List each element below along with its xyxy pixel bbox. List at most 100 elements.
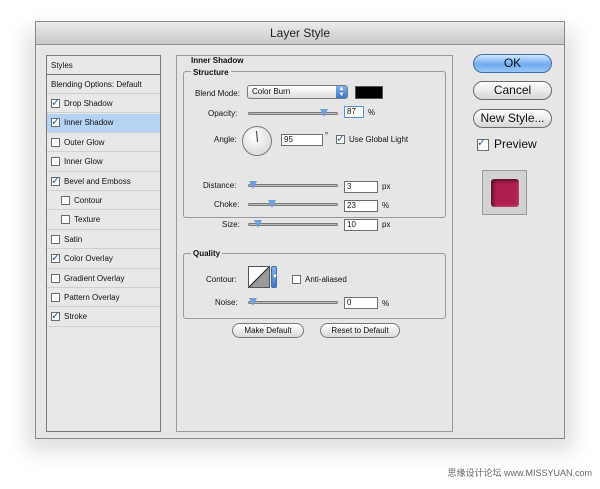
- styles-list: Styles Blending Options: Default Drop Sha…: [46, 55, 161, 432]
- style-item-label: Pattern Overlay: [64, 292, 120, 302]
- distance-slider[interactable]: [248, 181, 338, 189]
- new-style-button[interactable]: New Style...: [473, 109, 552, 128]
- styles-header-label: Styles: [51, 60, 73, 70]
- style-item-outer-glow[interactable]: Outer Glow: [47, 133, 160, 153]
- ok-button[interactable]: OK: [473, 54, 552, 73]
- preview-swatch: [491, 179, 519, 207]
- style-item-color-overlay[interactable]: Color Overlay: [47, 250, 160, 269]
- angle-dial[interactable]: [242, 126, 272, 156]
- style-item-checkbox[interactable]: [51, 137, 60, 147]
- style-item-bevel-and-emboss[interactable]: Bevel and Emboss: [47, 172, 160, 191]
- select-arrows-icon: ▲ ▼: [336, 86, 347, 98]
- structure-title: Structure: [191, 68, 231, 77]
- choke-slider[interactable]: [248, 200, 338, 208]
- style-item-label: Blending Options: Default: [51, 79, 142, 89]
- style-item-label: Color Overlay: [64, 254, 113, 264]
- style-item-checkbox[interactable]: [51, 251, 60, 264]
- slider-thumb-icon[interactable]: [253, 220, 262, 228]
- size-label: Size:: [222, 220, 240, 229]
- style-item-checkbox[interactable]: [61, 215, 70, 225]
- style-item-label: Satin: [64, 234, 83, 244]
- contour-picker[interactable]: [248, 266, 270, 288]
- contour-label: Contour:: [206, 275, 237, 284]
- noise-unit: %: [382, 299, 390, 308]
- distance-field[interactable]: 3: [344, 181, 378, 193]
- style-item-blending-options-default[interactable]: Blending Options: Default: [47, 75, 160, 94]
- preview-label: Preview: [494, 137, 537, 151]
- angle-field[interactable]: 95: [281, 134, 323, 146]
- noise-slider[interactable]: [248, 298, 338, 306]
- choke-label: Choke:: [214, 200, 240, 209]
- style-item-stroke[interactable]: Stroke: [47, 308, 160, 327]
- slider-thumb-icon[interactable]: [320, 109, 329, 117]
- style-item-label: Texture: [74, 215, 101, 225]
- style-item-pattern-overlay[interactable]: Pattern Overlay: [47, 288, 160, 308]
- angle-label: Angle:: [214, 135, 237, 144]
- contour-dropdown-arrow-icon[interactable]: ▼: [271, 266, 278, 288]
- style-item-inner-glow[interactable]: Inner Glow: [47, 153, 160, 172]
- quality-group: [183, 253, 446, 319]
- angle-unit: °: [325, 131, 329, 140]
- slider-thumb-icon[interactable]: [249, 181, 257, 189]
- style-item-inner-shadow[interactable]: Inner Shadow: [47, 113, 160, 133]
- style-item-checkbox[interactable]: [51, 96, 60, 109]
- anti-aliased-checkbox[interactable]: [292, 275, 301, 284]
- noise-label: Noise:: [215, 298, 238, 307]
- style-item-checkbox[interactable]: [51, 157, 60, 167]
- size-unit: px: [382, 220, 391, 229]
- anti-aliased-label: Anti-aliased: [305, 275, 347, 284]
- style-item-label: Inner Glow: [64, 157, 103, 167]
- slider-thumb-icon[interactable]: [267, 200, 276, 208]
- reset-to-default-button[interactable]: Reset to Default: [320, 323, 400, 338]
- choke-field[interactable]: 23: [344, 200, 378, 212]
- noise-field[interactable]: 0: [344, 297, 378, 309]
- style-item-checkbox[interactable]: [51, 273, 60, 283]
- distance-label: Distance:: [203, 181, 237, 190]
- style-item-checkbox[interactable]: [51, 115, 60, 128]
- opacity-label: Opacity:: [208, 109, 238, 118]
- layer-style-dialog: Layer Style Styles Blending Options: Def…: [35, 21, 565, 439]
- size-slider[interactable]: [248, 220, 338, 228]
- use-global-light-checkbox[interactable]: [336, 132, 345, 145]
- style-item-label: Stroke: [64, 312, 88, 322]
- preview-thumbnail: [482, 170, 527, 215]
- blend-mode-label: Blend Mode:: [195, 89, 240, 98]
- shadow-color-swatch[interactable]: [355, 86, 383, 99]
- style-item-checkbox[interactable]: [61, 195, 70, 205]
- quality-title: Quality: [191, 249, 223, 258]
- style-item-label: Inner Shadow: [64, 118, 114, 128]
- inner-shadow-panel: Inner Shadow Structure Blend Mode: Color…: [176, 55, 453, 432]
- style-item-satin[interactable]: Satin: [47, 230, 160, 250]
- angle-needle: [256, 130, 258, 143]
- style-item-label: Drop Shadow: [64, 98, 113, 108]
- style-item-texture[interactable]: Texture: [47, 211, 160, 230]
- style-item-label: Gradient Overlay: [64, 273, 125, 283]
- make-default-button[interactable]: Make Default: [232, 323, 304, 338]
- window-title: Layer Style: [36, 22, 564, 45]
- use-global-light-label: Use Global Light: [349, 135, 409, 144]
- distance-unit: px: [382, 182, 391, 191]
- style-item-label: Bevel and Emboss: [64, 176, 131, 186]
- slider-thumb-icon[interactable]: [249, 298, 257, 306]
- style-item-label: Outer Glow: [64, 137, 105, 147]
- panel-title: Inner Shadow: [189, 56, 246, 65]
- style-item-drop-shadow[interactable]: Drop Shadow: [47, 94, 160, 114]
- style-item-checkbox[interactable]: [51, 234, 60, 244]
- contour-linear-icon: [249, 267, 269, 287]
- choke-unit: %: [382, 201, 390, 210]
- style-item-label: Contour: [74, 195, 103, 205]
- watermark: 思缘设计论坛 www.MISSYUAN.com: [447, 468, 592, 478]
- style-item-checkbox[interactable]: [51, 174, 60, 187]
- style-item-checkbox[interactable]: [51, 292, 60, 302]
- styles-list-header[interactable]: Styles: [47, 56, 160, 75]
- style-item-contour[interactable]: Contour: [47, 191, 160, 211]
- size-field[interactable]: 10: [344, 219, 378, 231]
- opacity-field[interactable]: 87: [344, 106, 364, 118]
- cancel-button[interactable]: Cancel: [473, 81, 552, 100]
- style-item-gradient-overlay[interactable]: Gradient Overlay: [47, 269, 160, 288]
- blend-mode-value: Color Burn: [252, 87, 291, 96]
- style-item-checkbox[interactable]: [51, 309, 60, 322]
- preview-checkbox[interactable]: [477, 136, 489, 151]
- blend-mode-select[interactable]: Color Burn ▲ ▼: [247, 85, 348, 99]
- opacity-slider[interactable]: [248, 109, 338, 117]
